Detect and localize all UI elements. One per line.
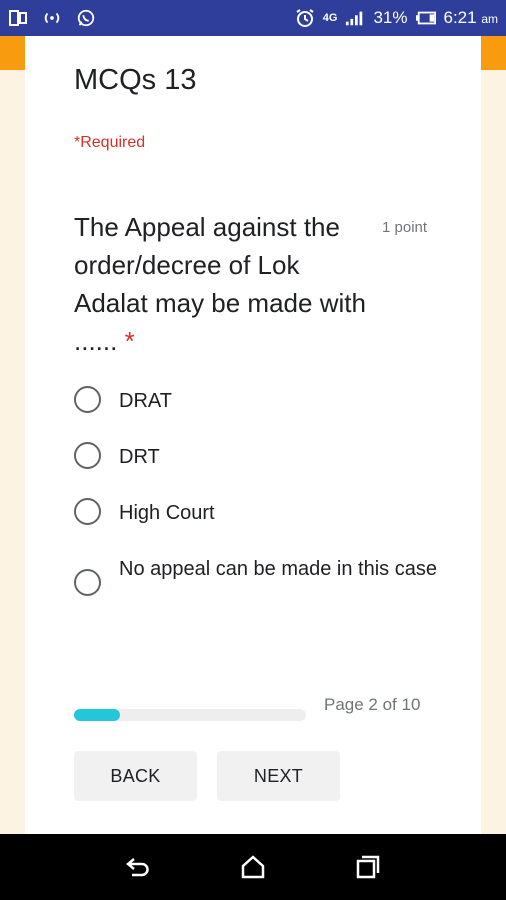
option-drat[interactable]: DRAT [74, 386, 439, 416]
option-label: DRT [119, 446, 160, 468]
radio-button[interactable] [74, 498, 101, 525]
option-drt[interactable]: DRT [74, 442, 439, 472]
form-card: MCQs 13 *Required The Appeal against the… [25, 36, 481, 834]
screen-cast-icon [8, 8, 28, 28]
back-button[interactable]: BACK [74, 751, 197, 801]
status-bar: 4G 31% 6:21 am [0, 0, 506, 36]
option-high-court[interactable]: High Court [74, 498, 439, 528]
form-title: MCQs 13 [74, 64, 197, 96]
progress-bar [74, 709, 306, 721]
battery-percent: 31% [373, 8, 408, 27]
clock: 6:21 am [444, 8, 499, 28]
battery-icon [415, 8, 436, 28]
network-4g-icon: 4G [322, 12, 338, 24]
progress-fill [74, 709, 121, 721]
option-label: No appeal can be made in this case [119, 558, 437, 580]
radio-button[interactable] [74, 386, 101, 413]
whatsapp-icon [76, 8, 96, 28]
option-no-appeal[interactable]: No appeal can be made in this case [74, 554, 439, 596]
nav-bar [0, 834, 506, 900]
clock-ampm: am [481, 12, 498, 26]
recents-icon[interactable] [348, 847, 388, 887]
required-star: * [124, 326, 135, 356]
signal-icon [345, 8, 365, 28]
page-indicator: Page 2 of 10 [324, 695, 421, 714]
question-label: The Appeal against the order/decree of L… [74, 212, 366, 356]
option-label: DRAT [119, 390, 172, 412]
option-label: High Court [119, 502, 215, 524]
status-bar-left [8, 8, 96, 28]
back-icon[interactable] [118, 847, 158, 887]
question-text: The Appeal against the order/decree of L… [74, 208, 374, 360]
question-points: 1 point [382, 219, 428, 236]
alarm-icon [295, 8, 315, 28]
radio-button[interactable] [74, 442, 101, 469]
clock-time: 6:21 [443, 8, 477, 27]
radio-button[interactable] [74, 569, 101, 596]
status-bar-right: 4G 31% 6:21 am [295, 8, 498, 28]
required-note: *Required [74, 134, 146, 151]
hotspot-icon [42, 8, 62, 28]
next-button[interactable]: NEXT [217, 751, 340, 801]
home-icon[interactable] [233, 847, 273, 887]
